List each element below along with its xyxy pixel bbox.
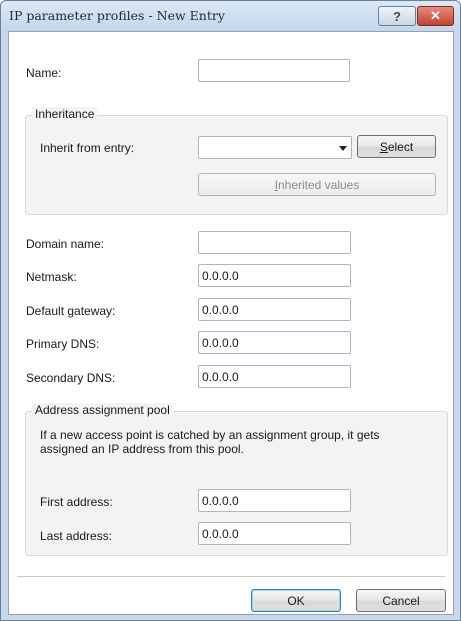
cancel-button[interactable]: Cancel — [356, 589, 446, 612]
primary-dns-input[interactable] — [198, 331, 351, 354]
inheritance-group — [25, 115, 448, 215]
ok-button-label: OK — [287, 593, 305, 608]
chevron-down-icon — [339, 146, 347, 151]
first-address-input[interactable] — [198, 489, 351, 512]
close-button[interactable]: ✕ — [417, 6, 454, 26]
select-button-label-post: elect — [387, 139, 414, 154]
domain-name-label: Domain name: — [26, 237, 105, 251]
first-address-label: First address: — [40, 495, 113, 509]
netmask-label: Netmask: — [26, 270, 77, 284]
address-pool-note-line-2: assigned an IP address from this pool. — [40, 442, 244, 456]
inherited-values-label-post: nherited values — [277, 177, 360, 192]
last-address-label: Last address: — [40, 529, 113, 543]
name-label: Name: — [26, 66, 62, 80]
secondary-dns-input[interactable] — [198, 365, 351, 388]
last-address-input[interactable] — [198, 522, 351, 545]
window-title: IP parameter profiles - New Entry — [9, 8, 225, 23]
default-gateway-input[interactable] — [198, 298, 351, 321]
help-button[interactable]: ? — [378, 6, 416, 26]
ok-button[interactable]: OK — [251, 589, 341, 612]
dialog-window: IP parameter profiles - New Entry ? ✕ Na… — [0, 0, 461, 621]
primary-dns-label: Primary DNS: — [26, 337, 100, 351]
close-icon: ✕ — [430, 8, 441, 23]
question-mark-icon: ? — [393, 8, 401, 24]
title-bar[interactable]: IP parameter profiles - New Entry ? ✕ — [1, 1, 460, 31]
default-gateway-label: Default gateway: — [26, 304, 116, 318]
select-button-mnemonic: S — [379, 139, 388, 154]
address-pool-note-line-1: If a new access point is catched by an a… — [40, 428, 380, 442]
netmask-input[interactable] — [198, 264, 351, 287]
inherit-from-combobox[interactable] — [198, 136, 352, 159]
select-button[interactable]: Select — [357, 135, 436, 158]
name-input[interactable] — [198, 59, 350, 82]
domain-name-input[interactable] — [198, 231, 351, 254]
cancel-button-label: Cancel — [382, 593, 420, 608]
inheritance-group-title: Inheritance — [32, 107, 98, 121]
secondary-dns-label: Secondary DNS: — [26, 371, 116, 385]
inherited-values-button[interactable]: Inherited values — [198, 173, 436, 196]
address-pool-group-title: Address assignment pool — [32, 403, 173, 417]
inherit-from-label: Inherit from entry: — [40, 141, 135, 155]
dialog-body: Name: Inheritance Inherit from entry: Se… — [8, 31, 454, 615]
address-pool-note: If a new access point is catched by an a… — [40, 428, 380, 456]
footer-separator — [17, 576, 445, 578]
